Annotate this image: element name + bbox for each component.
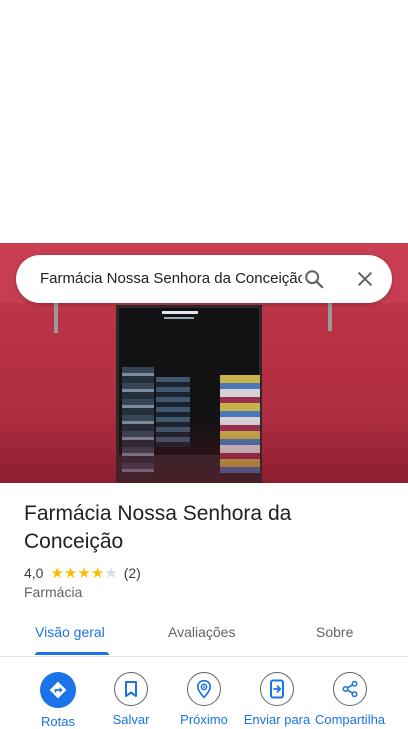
directions-label: Rotas xyxy=(41,714,75,729)
save-label: Salvar xyxy=(112,712,150,727)
action-buttons: Rotas Salvar Próximo Enviar para Compart… xyxy=(0,672,408,729)
nearby-button-circle[interactable] xyxy=(187,672,221,706)
nearby-label: Próximo xyxy=(180,712,228,727)
place-title: Farmácia Nossa Senhora da Conceição xyxy=(24,502,292,553)
directions-icon xyxy=(49,681,67,699)
send-to-phone-label: Enviar para xyxy=(243,712,311,727)
search-icon xyxy=(305,270,324,289)
search-bar[interactable]: Farmácia Nossa Senhora da Conceição xyxy=(16,255,392,303)
search-input[interactable]: Farmácia Nossa Senhora da Conceição xyxy=(40,269,302,289)
save-button[interactable]: Salvar xyxy=(94,672,168,727)
share-button-circle[interactable] xyxy=(333,672,367,706)
close-button[interactable] xyxy=(350,264,380,294)
rating-stars: ★ ★ ★ ★ ★ xyxy=(50,566,117,581)
star-filled-icon: ★ xyxy=(90,564,105,582)
review-count[interactable]: (2) xyxy=(124,565,141,581)
photo-pipe xyxy=(328,303,332,331)
share-button[interactable]: Compartilha xyxy=(313,672,387,727)
share-label: Compartilha xyxy=(314,712,386,727)
send-to-phone-button-circle[interactable] xyxy=(260,672,294,706)
tab-active-indicator xyxy=(35,652,109,655)
map-blank-area xyxy=(0,0,408,243)
star-empty-icon: ★ xyxy=(104,564,118,582)
send-to-phone-button[interactable]: Enviar para xyxy=(240,672,314,727)
bookmark-icon xyxy=(125,681,137,697)
share-icon xyxy=(342,680,358,698)
photo-pipe xyxy=(54,303,58,333)
close-icon xyxy=(358,272,372,286)
rating-row[interactable]: 4,0 ★ ★ ★ ★ ★ (2) xyxy=(24,563,141,583)
nearby-icon xyxy=(196,679,212,699)
star-filled-icon: ★ xyxy=(50,564,64,582)
save-button-circle[interactable] xyxy=(114,672,148,706)
star-filled-icon: ★ xyxy=(63,564,78,582)
directions-button-circle[interactable] xyxy=(40,672,76,708)
tab-overview[interactable]: Visão geral xyxy=(35,624,105,640)
tab-bar: Visão geral Avaliações Sobre xyxy=(0,612,408,657)
tab-reviews[interactable]: Avaliações xyxy=(168,624,235,640)
photo-shadow xyxy=(0,418,408,483)
star-filled-icon: ★ xyxy=(77,564,91,582)
tab-about[interactable]: Sobre xyxy=(316,624,353,640)
place-category[interactable]: Farmácia xyxy=(24,584,82,600)
rating-value: 4,0 xyxy=(24,565,44,581)
send-to-phone-icon xyxy=(270,679,284,699)
search-button[interactable] xyxy=(299,264,329,294)
nearby-button[interactable]: Próximo xyxy=(167,672,241,727)
directions-button[interactable]: Rotas xyxy=(21,672,95,729)
